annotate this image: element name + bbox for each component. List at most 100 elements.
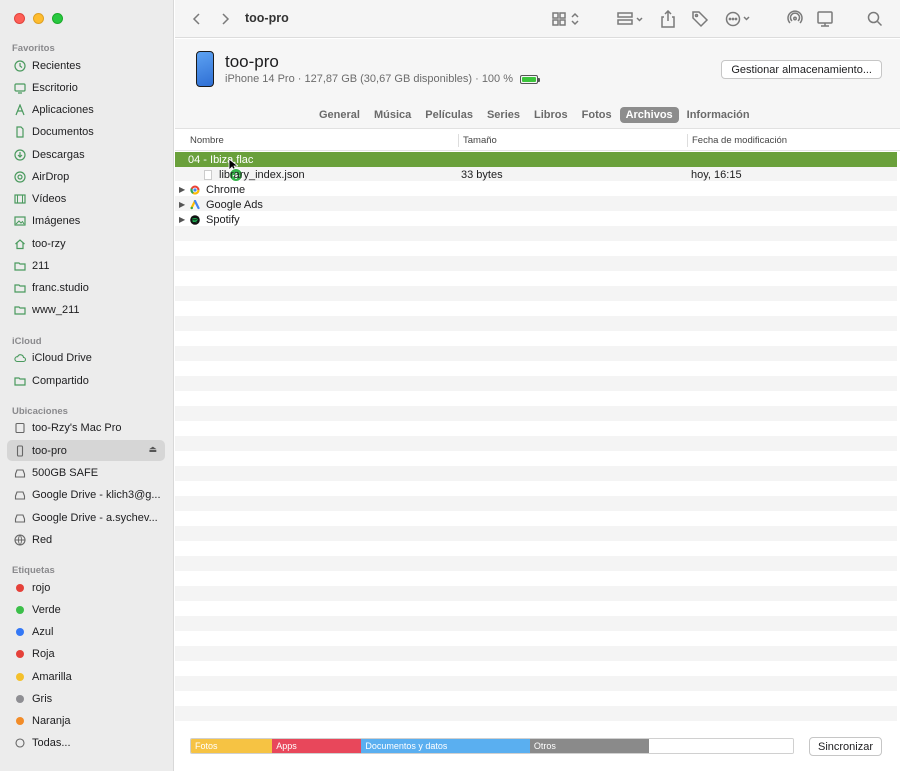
tag-item-rojo[interactable]: rojo	[7, 577, 165, 598]
sidebar-section-favorites: Favoritos	[12, 43, 55, 54]
share-button[interactable]	[660, 9, 676, 29]
sidebar-item-211[interactable]: 211	[7, 255, 165, 276]
disclosure-triangle-icon[interactable]: ▶	[179, 185, 185, 194]
sidebar-item-label: Google Drive - a.sychev...	[32, 511, 158, 524]
sidebar-item-google-drive-sychev[interactable]: Google Drive - a.sychev...	[7, 507, 165, 528]
sidebar-item-www-211[interactable]: www_211	[7, 299, 165, 320]
applications-icon	[14, 103, 26, 116]
file-list[interactable]: 04 - Ibiza.flac + library_index.json 33 …	[175, 151, 897, 726]
sidebar-item-franc-studio[interactable]: franc.studio	[7, 277, 165, 298]
sidebar-item-google-drive-klich3[interactable]: Google Drive - klich3@g...	[7, 484, 165, 505]
eject-icon[interactable]: ⏏	[148, 444, 157, 455]
sidebar-item-recientes[interactable]: Recientes	[7, 55, 165, 76]
tag-label: Todas...	[32, 736, 71, 749]
drag-target-row[interactable]: 04 - Ibiza.flac	[175, 152, 897, 167]
iphone-icon	[14, 444, 26, 457]
tag-item-gris[interactable]: Gris	[7, 688, 165, 709]
tag-color-dot	[16, 649, 24, 658]
file-size: 33 bytes	[461, 168, 503, 181]
tag-label: Gris	[32, 692, 53, 705]
folder-name: Spotify	[206, 213, 240, 226]
sidebar-item-videos[interactable]: Vídeos	[7, 188, 165, 209]
dragged-file-name: 04 - Ibiza.flac	[188, 153, 254, 166]
sidebar-section-tags: Etiquetas	[12, 565, 55, 576]
table-row[interactable]: ▶ Chrome	[175, 182, 897, 197]
back-button[interactable]	[189, 9, 205, 29]
document-icon	[14, 125, 26, 138]
tab-peliculas[interactable]: Películas	[419, 107, 479, 123]
sidebar-item-aplicaciones[interactable]: Aplicaciones	[7, 99, 165, 120]
search-icon	[867, 11, 883, 27]
device-header: too-pro iPhone 14 Pro · 127,87 GB (30,67…	[175, 39, 900, 101]
sidebar-item-label: Compartido	[32, 374, 89, 387]
sidebar-item-label: www_211	[32, 303, 80, 316]
tag-item-naranja[interactable]: Naranja	[7, 710, 165, 731]
airdrop-button[interactable]	[786, 9, 804, 29]
sidebar-item-red[interactable]: Red	[7, 529, 165, 550]
tab-musica[interactable]: Música	[368, 107, 417, 123]
view-mode-button[interactable]	[551, 9, 581, 29]
sidebar-item-label: too-rzy	[32, 237, 66, 250]
table-row[interactable]: ▶ Google Ads	[175, 197, 897, 212]
minimize-button[interactable]	[33, 13, 44, 24]
more-actions-button[interactable]	[724, 9, 754, 29]
window-controls	[14, 13, 63, 24]
search-button[interactable]	[867, 9, 883, 29]
sidebar-item-label: Red	[32, 533, 53, 546]
tag-item-todas[interactable]: Todas...	[7, 732, 165, 753]
tab-series[interactable]: Series	[481, 107, 526, 123]
sidebar-item-500gb-safe[interactable]: 500GB SAFE	[7, 462, 165, 483]
sync-button[interactable]: Sincronizar	[809, 737, 882, 756]
film-icon	[14, 193, 26, 205]
tab-archivos[interactable]: Archivos	[619, 106, 679, 123]
storage-segment-label: Otros	[533, 741, 556, 751]
sidebar-item-too-rzy[interactable]: too-rzy	[7, 233, 165, 254]
group-button[interactable]	[616, 9, 646, 29]
sidebar-icon	[817, 11, 833, 27]
tag-item-azul[interactable]: Azul	[7, 621, 165, 642]
column-name-header[interactable]: Nombre	[190, 135, 224, 146]
tab-fotos[interactable]: Fotos	[576, 107, 618, 123]
close-button[interactable]	[14, 13, 25, 24]
sidebar-item-documentos[interactable]: Documentos	[7, 121, 165, 142]
home-icon	[14, 238, 26, 250]
sidebar-item-label: Recientes	[32, 59, 81, 72]
document-icon	[204, 169, 212, 180]
sidebar-item-label: Google Drive - klich3@g...	[32, 488, 161, 501]
sidebar-item-label: franc.studio	[32, 281, 89, 294]
forward-button[interactable]	[217, 9, 233, 29]
toolbar: too-pro	[175, 0, 900, 38]
tag-button[interactable]	[691, 9, 709, 29]
sidebar-item-descargas[interactable]: Descargas	[7, 144, 165, 165]
tag-item-verde[interactable]: Verde	[7, 599, 165, 620]
sidebar-item-icloud-drive[interactable]: iCloud Drive	[7, 347, 165, 368]
table-row[interactable]: library_index.json 33 bytes hoy, 16:15	[175, 167, 897, 182]
disclosure-triangle-icon[interactable]: ▶	[179, 200, 185, 209]
sidebar-item-compartido[interactable]: Compartido	[7, 370, 165, 391]
tab-general[interactable]: General	[313, 107, 366, 123]
storage-segment: Documentos y datos	[361, 739, 530, 753]
sidebar-item-label: too-Rzy's Mac Pro	[32, 421, 122, 434]
tag-color-dot	[16, 627, 24, 636]
folder-icon	[14, 260, 26, 272]
tag-item-amarilla[interactable]: Amarilla	[7, 666, 165, 687]
zoom-button[interactable]	[52, 13, 63, 24]
sidebar-item-too-pro[interactable]: too-pro ⏏	[7, 440, 165, 461]
tab-informacion[interactable]: Información	[681, 107, 756, 123]
table-row[interactable]: ▶ Spotify	[175, 212, 897, 227]
column-date-header[interactable]: Fecha de modificación	[692, 135, 787, 146]
sidebar-item-mac-pro[interactable]: too-Rzy's Mac Pro	[7, 417, 165, 438]
sidebar-item-airdrop[interactable]: AirDrop	[7, 166, 165, 187]
manage-storage-button[interactable]: Gestionar almacenamiento...	[721, 60, 882, 79]
tag-label: Roja	[32, 647, 55, 660]
tag-item-roja[interactable]: Roja	[7, 643, 165, 664]
disclosure-triangle-icon[interactable]: ▶	[179, 215, 185, 224]
sidebar-item-imagenes[interactable]: Imágenes	[7, 210, 165, 231]
sidebar-item-escritorio[interactable]: Escritorio	[7, 77, 165, 98]
group-icon	[617, 12, 643, 25]
download-icon	[14, 148, 26, 161]
battery-icon	[520, 74, 541, 84]
preview-button[interactable]	[816, 9, 834, 29]
tab-libros[interactable]: Libros	[528, 107, 574, 123]
column-size-header[interactable]: Tamaño	[463, 135, 497, 146]
